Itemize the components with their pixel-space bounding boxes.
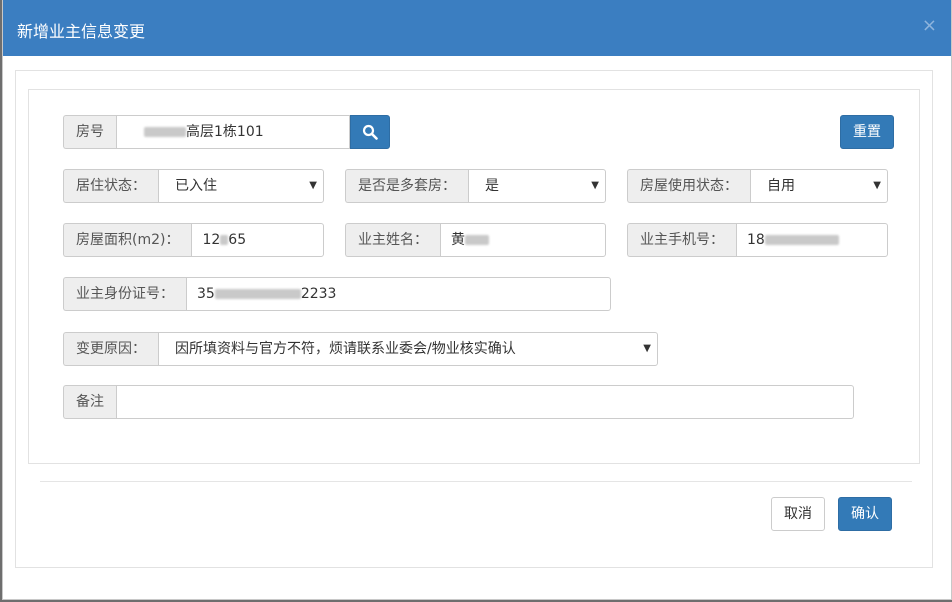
owner-name-input[interactable]: 黄	[440, 223, 606, 257]
remark-group: 备注	[63, 385, 854, 419]
room-value-suffix: 高层1栋101	[186, 124, 264, 140]
owner-id-label: 业主身份证号：	[63, 277, 186, 311]
masked-text	[144, 127, 186, 137]
area-value-prefix: 12	[202, 232, 221, 248]
caret-down-icon: ▼	[309, 180, 317, 191]
room-label: 房号	[63, 115, 116, 149]
owner-id-input[interactable]: 35 2233	[186, 277, 611, 311]
cancel-button[interactable]: 取消	[771, 497, 825, 531]
reason-group: 变更原因： 因所填资料与官方不符，烦请联系业委会/物业核实确认 ▼	[63, 332, 658, 366]
remark-label: 备注	[63, 385, 116, 419]
owner-id-value-prefix: 35	[197, 286, 215, 302]
residence-status-label: 居住状态：	[63, 169, 158, 203]
remark-input[interactable]	[116, 385, 854, 419]
reason-value: 因所填资料与官方不符，烦请联系业委会/物业核实确认	[175, 341, 516, 357]
reset-button[interactable]: 重置	[840, 115, 894, 149]
owner-phone-group: 业主手机号： 18	[627, 223, 888, 257]
residence-status-value: 已入住	[175, 178, 217, 194]
room-input-group: 房号 高层1栋101	[63, 115, 390, 149]
owner-name-value-prefix: 黄	[451, 232, 465, 248]
multi-house-select[interactable]: 是 ▼	[468, 169, 606, 203]
area-group: 房屋面积(m2)： 12 65	[63, 223, 324, 257]
owner-name-label: 业主姓名：	[345, 223, 440, 257]
multi-house-group: 是否是多套房： 是 ▼	[345, 169, 606, 203]
caret-down-icon: ▼	[591, 180, 599, 191]
owner-phone-input[interactable]: 18	[736, 223, 888, 257]
masked-text	[764, 235, 839, 245]
owner-id-value-suffix: 2233	[300, 286, 337, 302]
masked-text	[214, 289, 301, 299]
usage-status-label: 房屋使用状态：	[627, 169, 750, 203]
residence-status-group: 居住状态： 已入住 ▼	[63, 169, 324, 203]
owner-id-group: 业主身份证号： 35 2233	[63, 277, 611, 311]
masked-text	[465, 235, 489, 245]
owner-phone-value-prefix: 18	[747, 232, 765, 248]
owner-phone-label: 业主手机号：	[627, 223, 736, 257]
owner-name-group: 业主姓名： 黄	[345, 223, 606, 257]
usage-status-value: 自用	[767, 178, 795, 194]
reason-label: 变更原因：	[63, 332, 158, 366]
search-icon	[362, 124, 378, 140]
confirm-button[interactable]: 确认	[838, 497, 892, 531]
area-label: 房屋面积(m2)：	[63, 223, 192, 257]
room-input[interactable]: 高层1栋101	[116, 115, 350, 149]
residence-status-select[interactable]: 已入住 ▼	[158, 169, 324, 203]
search-button[interactable]	[350, 115, 390, 149]
caret-down-icon: ▼	[873, 180, 881, 191]
close-icon[interactable]: ×	[922, 17, 937, 35]
usage-status-group: 房屋使用状态： 自用 ▼	[627, 169, 888, 203]
masked-text	[220, 235, 229, 245]
modal-header: 新增业主信息变更 ×	[3, 0, 951, 56]
footer-divider	[40, 481, 912, 482]
multi-house-label: 是否是多套房：	[345, 169, 468, 203]
area-value-suffix: 65	[228, 232, 247, 248]
reason-select[interactable]: 因所填资料与官方不符，烦请联系业委会/物业核实确认 ▼	[158, 332, 658, 366]
multi-house-value: 是	[485, 178, 499, 194]
usage-status-select[interactable]: 自用 ▼	[750, 169, 888, 203]
modal-title: 新增业主信息变更	[17, 22, 146, 41]
caret-down-icon: ▼	[643, 343, 651, 354]
area-input[interactable]: 12 65	[191, 223, 324, 257]
